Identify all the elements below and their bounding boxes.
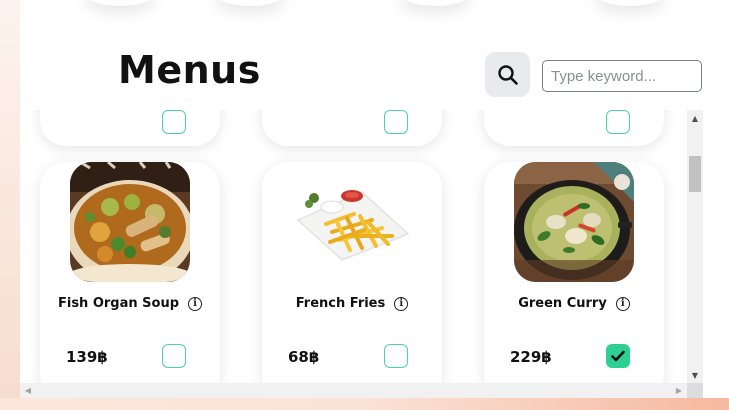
select-checkbox[interactable] [606, 110, 630, 134]
menu-item-name-text: Green Curry [518, 296, 607, 311]
header: Menus [20, 0, 729, 110]
select-checkbox[interactable] [384, 344, 408, 368]
food-image-fries [292, 162, 412, 282]
scroll-down-arrow[interactable]: ▼ [687, 367, 703, 383]
menu-card-previous[interactable] [40, 110, 220, 146]
menu-card-previous[interactable] [484, 110, 664, 146]
info-icon[interactable]: i [394, 296, 409, 311]
info-icon[interactable]: i [188, 296, 203, 311]
menu-item-name: French Fries i [262, 296, 442, 311]
menu-item-name: Green Curry i [484, 296, 664, 311]
vertical-scrollbar[interactable]: ▲ ▼ [687, 110, 703, 383]
select-checkbox[interactable] [162, 110, 186, 134]
previous-row-shadow [400, 0, 470, 6]
select-checkbox[interactable] [162, 344, 186, 368]
menu-item-name-text: French Fries [295, 296, 386, 311]
scroll-right-arrow[interactable]: ▶ [671, 383, 687, 398]
previous-row-shadow [85, 0, 155, 6]
select-checkbox[interactable] [384, 110, 408, 134]
menu-card[interactable]: Fish Organ Soup i 139฿ [40, 162, 220, 383]
menu-item-price: 139฿ [66, 348, 108, 366]
menu-grid: Fish Organ Soup i 139฿ French Fries i 68… [20, 110, 688, 383]
page-title: Menus [118, 48, 261, 92]
info-icon[interactable]: i [615, 296, 630, 311]
scroll-left-arrow[interactable]: ◀ [20, 383, 36, 398]
previous-row-shadow [595, 0, 665, 6]
previous-row-shadow [215, 0, 285, 6]
page-background [0, 0, 20, 410]
food-image-green-curry [514, 162, 634, 282]
menu-item-name: Fish Organ Soup i [40, 296, 220, 311]
select-checkbox-checked[interactable] [606, 344, 630, 368]
scroll-up-arrow[interactable]: ▲ [687, 110, 703, 126]
page-background-bottom [0, 398, 729, 410]
menu-item-price: 68฿ [288, 348, 320, 366]
search-input[interactable] [542, 60, 702, 92]
search-icon [497, 64, 518, 85]
scrollbar-corner [687, 383, 703, 398]
checkmark-icon [611, 350, 625, 362]
food-image-soup [70, 162, 190, 282]
menu-card-previous[interactable] [262, 110, 442, 146]
horizontal-scrollbar[interactable]: ◀ ▶ [20, 383, 687, 398]
menu-item-name-text: Fish Organ Soup [57, 296, 180, 311]
scrollbar-thumb[interactable] [689, 156, 701, 192]
search-button[interactable] [485, 52, 530, 97]
menu-app: Menus Type keyword... Fish Organ Soup i … [20, 0, 729, 398]
menu-card[interactable]: French Fries i 68฿ [262, 162, 442, 383]
menu-card[interactable]: Green Curry i 229฿ [484, 162, 664, 383]
menu-item-price: 229฿ [510, 348, 552, 366]
